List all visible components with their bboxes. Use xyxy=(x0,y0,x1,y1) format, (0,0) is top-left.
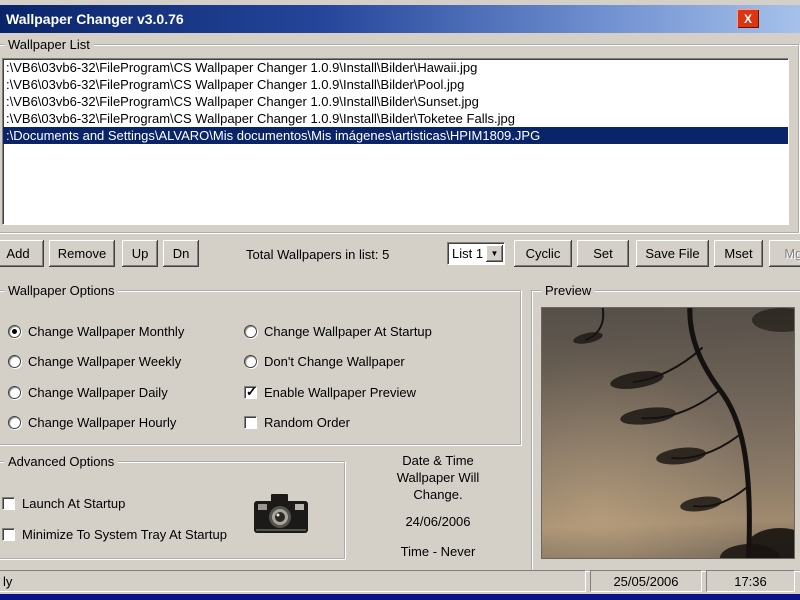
title-bar[interactable]: Wallpaper Changer v3.0.76 xyxy=(0,5,800,33)
schedule-note-line1: Date & Time xyxy=(360,452,516,469)
radio-label: Change Wallpaper Monthly xyxy=(28,324,184,339)
wallpaper-list-item[interactable]: :\VB6\03vb6-32\FileProgram\CS Wallpaper … xyxy=(3,93,788,110)
radio-icon xyxy=(8,355,21,368)
radio-icon xyxy=(8,386,21,399)
radio-change-wallpaper-weekly[interactable]: Change Wallpaper Weekly xyxy=(8,354,181,369)
radio-change-wallpaper-hourly[interactable]: Change Wallpaper Hourly xyxy=(8,415,176,430)
status-date: 25/05/2006 xyxy=(590,570,702,592)
wallpaper-changer-window: Wallpaper Changer v3.0.76 X Wallpaper Li… xyxy=(0,0,800,600)
status-time: 17:36 xyxy=(706,570,795,592)
set-button[interactable]: Set xyxy=(577,240,629,267)
taskbar-strip xyxy=(0,594,800,600)
radio-label: Don't Change Wallpaper xyxy=(264,354,405,369)
preview-group: Preview xyxy=(531,290,800,572)
checkbox-launch-at-startup[interactable]: Launch At Startup xyxy=(2,496,125,511)
radio-icon xyxy=(8,416,21,429)
dn-button[interactable]: Dn xyxy=(163,240,199,267)
up-button[interactable]: Up xyxy=(122,240,158,267)
wallpaper-list-group: Wallpaper List :\VB6\03vb6-32\FileProgra… xyxy=(0,44,800,234)
preview-group-label: Preview xyxy=(541,283,595,298)
radio-icon xyxy=(8,325,21,338)
schedule-note-line3: Change. xyxy=(360,486,516,503)
radio-change-wallpaper-at-startup[interactable]: Change Wallpaper At Startup xyxy=(244,324,432,339)
checkbox-icon xyxy=(2,497,15,510)
close-button[interactable]: X xyxy=(737,9,759,28)
checkbox-enable-wallpaper-preview[interactable]: Enable Wallpaper Preview xyxy=(244,385,416,400)
wallpaper-options-group-label: Wallpaper Options xyxy=(4,283,118,298)
schedule-note-line2: Wallpaper Will xyxy=(360,469,516,486)
mge-button[interactable]: Mge xyxy=(769,240,800,267)
radio-change-wallpaper-daily[interactable]: Change Wallpaper Daily xyxy=(8,385,168,400)
radio-label: Change Wallpaper Hourly xyxy=(28,415,176,430)
tree-branches-silhouette xyxy=(542,308,795,559)
radio-label: Change Wallpaper Weekly xyxy=(28,354,181,369)
checkbox-label: Minimize To System Tray At Startup xyxy=(22,527,227,542)
checkbox-minimize-to-tray[interactable]: Minimize To System Tray At Startup xyxy=(2,527,227,542)
window-title: Wallpaper Changer v3.0.76 xyxy=(0,11,184,27)
wallpaper-preview-image xyxy=(541,307,795,559)
radio-dont-change-wallpaper[interactable]: Don't Change Wallpaper xyxy=(244,354,405,369)
radio-icon xyxy=(244,355,257,368)
status-message: ly xyxy=(0,570,586,592)
checkbox-icon xyxy=(244,386,257,399)
checkbox-random-order[interactable]: Random Order xyxy=(244,415,350,430)
schedule-date: 24/06/2006 xyxy=(360,513,516,530)
list-selector[interactable]: List 1 ▼ xyxy=(447,242,505,265)
list-selector-dropdown-button[interactable]: ▼ xyxy=(486,245,503,262)
chevron-down-icon: ▼ xyxy=(491,249,499,258)
checkbox-icon xyxy=(2,528,15,541)
add-button[interactable]: Add xyxy=(0,240,44,267)
wallpaper-list-item[interactable]: :\VB6\03vb6-32\FileProgram\CS Wallpaper … xyxy=(3,76,788,93)
mset-button[interactable]: Mset xyxy=(714,240,763,267)
save-file-button[interactable]: Save File xyxy=(636,240,709,267)
camera-icon xyxy=(252,485,310,541)
wallpaper-list-item[interactable]: :\VB6\03vb6-32\FileProgram\CS Wallpaper … xyxy=(3,59,788,76)
list-selector-value: List 1 xyxy=(448,246,486,261)
wallpaper-list-item[interactable]: :\VB6\03vb6-32\FileProgram\CS Wallpaper … xyxy=(3,110,788,127)
close-icon: X xyxy=(744,12,752,26)
radio-label: Change Wallpaper Daily xyxy=(28,385,168,400)
remove-button[interactable]: Remove xyxy=(49,240,115,267)
wallpaper-list-group-label: Wallpaper List xyxy=(4,37,94,52)
radio-change-wallpaper-monthly[interactable]: Change Wallpaper Monthly xyxy=(8,324,184,339)
cyclic-button[interactable]: Cyclic xyxy=(514,240,572,267)
checkbox-label: Launch At Startup xyxy=(22,496,125,511)
schedule-info: Date & Time Wallpaper Will Change. 24/06… xyxy=(360,452,516,560)
schedule-time: Time - Never xyxy=(360,543,516,560)
advanced-options-group-label: Advanced Options xyxy=(4,454,118,469)
radio-icon xyxy=(244,325,257,338)
checkbox-icon xyxy=(244,416,257,429)
total-wallpapers-label: Total Wallpapers in list: 5 xyxy=(246,247,389,262)
wallpaper-list-item-selected[interactable]: :\Documents and Settings\ALVARO\Mis docu… xyxy=(3,127,788,144)
checkbox-label: Enable Wallpaper Preview xyxy=(264,385,416,400)
radio-label: Change Wallpaper At Startup xyxy=(264,324,432,339)
checkbox-label: Random Order xyxy=(264,415,350,430)
wallpaper-listbox[interactable]: :\VB6\03vb6-32\FileProgram\CS Wallpaper … xyxy=(2,58,789,225)
